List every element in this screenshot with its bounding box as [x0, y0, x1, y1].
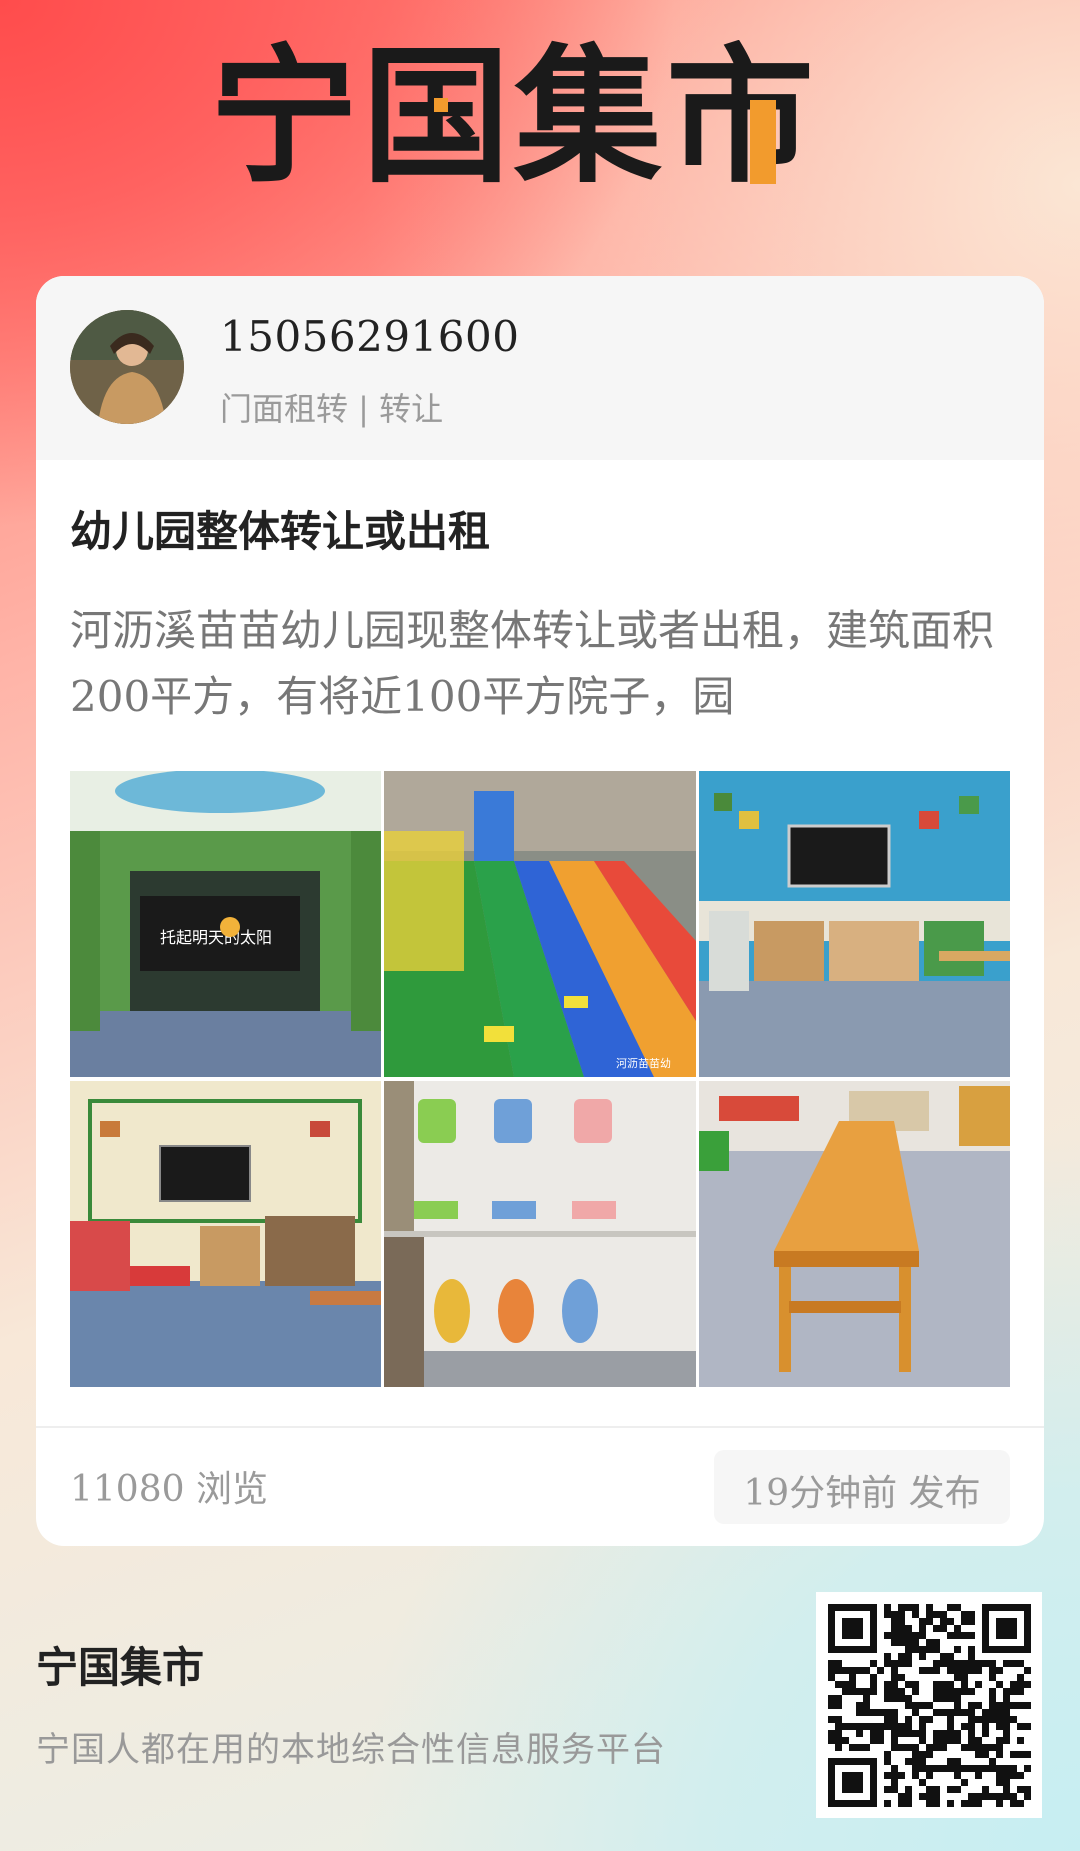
image-gallery: 托起明天的太阳 河沥苗苗幼	[70, 771, 1010, 1387]
gallery-image-wooden-table[interactable]	[699, 1081, 1010, 1387]
gallery-image-playground[interactable]: 河沥苗苗幼	[384, 771, 696, 1077]
post-title[interactable]: 幼儿园整体转让或出租	[70, 498, 490, 559]
poster-phone[interactable]: 15056291600	[220, 312, 519, 361]
ningguo-jishi-logo: 宁国集市	[210, 40, 818, 190]
gallery-image-toilets[interactable]	[384, 1081, 696, 1387]
post-category[interactable]: 门面租转 | 转让	[220, 384, 443, 430]
view-count: 11080 浏览	[70, 1469, 268, 1510]
card-divider	[36, 1426, 1044, 1428]
qr-code[interactable]	[816, 1592, 1042, 1818]
gallery-image-classroom-tv[interactable]	[70, 1081, 381, 1387]
avatar[interactable]	[70, 310, 184, 424]
publish-time-badge: 19分钟前 发布	[714, 1450, 1010, 1524]
post-body[interactable]: 河沥溪苗苗幼儿园现整体转让或者出租，建筑面积200平方，有将近100平方院子，园	[70, 598, 1020, 730]
logo-text: 宁国集市	[210, 40, 818, 190]
image-watermark: 河沥苗苗幼	[616, 1057, 671, 1070]
publish-time: 19分钟前 发布	[743, 1473, 981, 1514]
post-card[interactable]: 15056291600 门面租转 | 转让 幼儿园整体转让或出租 河沥溪苗苗幼儿…	[36, 276, 1044, 1546]
footer-brand: 宁国集市	[36, 1643, 205, 1692]
post-header: 15056291600 门面租转 | 转让	[36, 276, 1044, 460]
gallery-image-blue-classroom[interactable]	[699, 771, 1010, 1077]
qr-code-icon	[828, 1604, 1031, 1807]
footer-slogan: 宁国人都在用的本地综合性信息服务平台	[36, 1730, 666, 1770]
gallery-image-hallway[interactable]: 托起明天的太阳	[70, 771, 381, 1077]
hallway-sign-text: 托起明天的太阳	[160, 928, 272, 947]
